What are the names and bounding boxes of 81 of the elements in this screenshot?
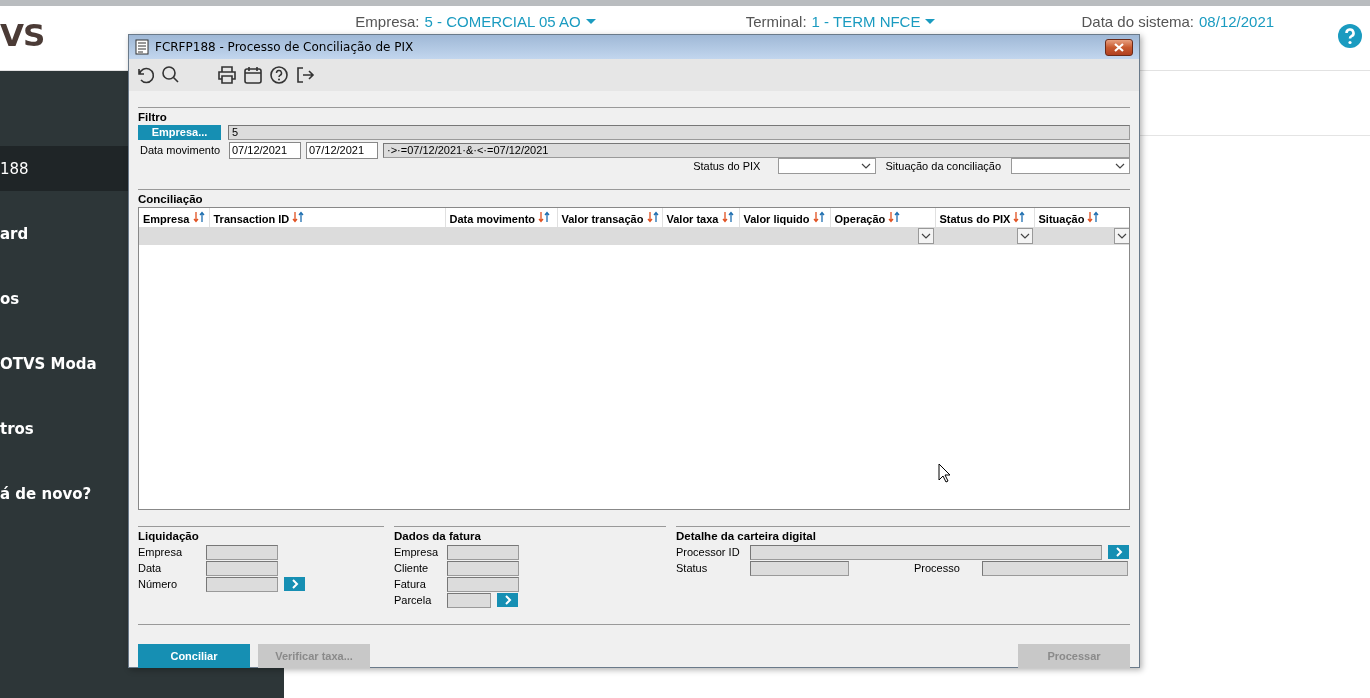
sort-icon[interactable] <box>1087 210 1100 223</box>
chevron-down-icon[interactable] <box>1020 233 1030 239</box>
sidebar-item[interactable]: os <box>0 289 20 308</box>
undo-icon[interactable] <box>135 65 155 85</box>
field-label: Data movimento <box>140 144 222 156</box>
chevron-down-icon[interactable] <box>1115 163 1125 169</box>
chevron-right-icon <box>1114 547 1123 557</box>
next-button[interactable] <box>1108 545 1129 559</box>
field-label: Situação da conciliação <box>885 160 1001 172</box>
field-label: Parcela <box>394 594 433 606</box>
field-label: Empresa <box>138 546 184 558</box>
sort-icon[interactable] <box>646 210 659 223</box>
input-field[interactable] <box>206 544 278 560</box>
input-field[interactable] <box>447 544 519 560</box>
field-label: Número <box>138 578 179 590</box>
chevron-down-icon[interactable] <box>921 233 931 239</box>
input-field[interactable] <box>206 576 278 592</box>
field-label: Status do PIX <box>693 160 761 172</box>
expression-field[interactable]: ·>·=07/12/2021·&·<·=07/12/2021 <box>383 142 1130 158</box>
chevron-down-icon[interactable] <box>1117 233 1127 239</box>
window-title: FCRFP188 - Processo de Conciliação de PIX <box>155 40 415 54</box>
printer-icon[interactable] <box>217 65 237 85</box>
section-title: Liquidação <box>138 530 200 542</box>
sort-icon[interactable] <box>1013 210 1026 223</box>
sort-icon[interactable] <box>888 210 901 223</box>
field-label: Data <box>138 562 163 574</box>
document-icon <box>135 39 149 55</box>
field-label: Empresa <box>394 546 440 558</box>
close-button[interactable] <box>1105 38 1133 56</box>
filter-cell[interactable] <box>139 227 209 245</box>
sort-icon[interactable] <box>812 210 825 223</box>
input-field[interactable] <box>206 560 278 576</box>
sidebar-item[interactable]: ard <box>0 224 29 243</box>
input-field[interactable] <box>750 544 1102 560</box>
sort-icon[interactable] <box>721 210 734 223</box>
sort-icon[interactable] <box>192 210 205 223</box>
filter-cell[interactable] <box>935 227 1034 245</box>
input-field[interactable] <box>982 560 1128 576</box>
section-title: Filtro <box>138 111 168 123</box>
field-label: Terminal: <box>745 12 807 30</box>
sidebar-item[interactable]: OTVS Moda <box>0 354 97 373</box>
date-field[interactable]: 07/12/2021 <box>229 141 301 159</box>
input-field[interactable]: 5 <box>228 124 1130 140</box>
help-icon[interactable] <box>269 65 289 85</box>
search-icon[interactable] <box>161 65 181 85</box>
logo-text: VS <box>0 17 45 53</box>
section-title: Detalhe da carteira digital <box>676 530 817 542</box>
exit-icon[interactable] <box>295 65 315 85</box>
field-label: Empresa: <box>355 12 420 30</box>
next-button[interactable] <box>284 577 305 591</box>
field-label: Processor ID <box>676 546 741 558</box>
filter-cell[interactable] <box>830 227 935 245</box>
sidebar-item[interactable]: 188 <box>0 159 29 178</box>
sort-icon[interactable] <box>538 210 551 223</box>
mouse-pointer-icon <box>938 463 951 483</box>
sidebar-item[interactable]: tros <box>0 419 34 438</box>
date-field[interactable]: 07/12/2021 <box>306 141 378 159</box>
caret-icon[interactable] <box>925 18 936 24</box>
filter-cell[interactable] <box>1034 227 1129 245</box>
field-label: Processo <box>914 562 961 574</box>
chevron-right-icon <box>290 579 299 589</box>
caret-icon[interactable] <box>585 18 596 24</box>
sidebar-item[interactable]: á de novo? <box>0 484 92 503</box>
sort-icon[interactable] <box>292 210 305 223</box>
section-title: Dados da fatura <box>394 530 482 542</box>
field-label: Cliente <box>394 562 430 574</box>
action-button[interactable]: Conciliar <box>138 644 250 668</box>
section-title: Conciliação <box>138 193 204 205</box>
input-field[interactable] <box>447 576 519 592</box>
next-button[interactable] <box>497 593 518 607</box>
calendar-icon[interactable] <box>243 65 263 85</box>
input-field[interactable] <box>447 560 519 576</box>
input-field[interactable] <box>447 592 491 608</box>
field-label: Data do sistema: <box>1081 12 1195 30</box>
chevron-right-icon <box>503 595 512 605</box>
empresa-button[interactable]: Empresa... <box>138 124 221 140</box>
input-field[interactable] <box>750 560 849 576</box>
chevron-down-icon[interactable] <box>861 163 872 169</box>
field-label: Fatura <box>394 578 427 590</box>
field-label: Status <box>676 562 709 574</box>
close-icon <box>1113 42 1125 52</box>
